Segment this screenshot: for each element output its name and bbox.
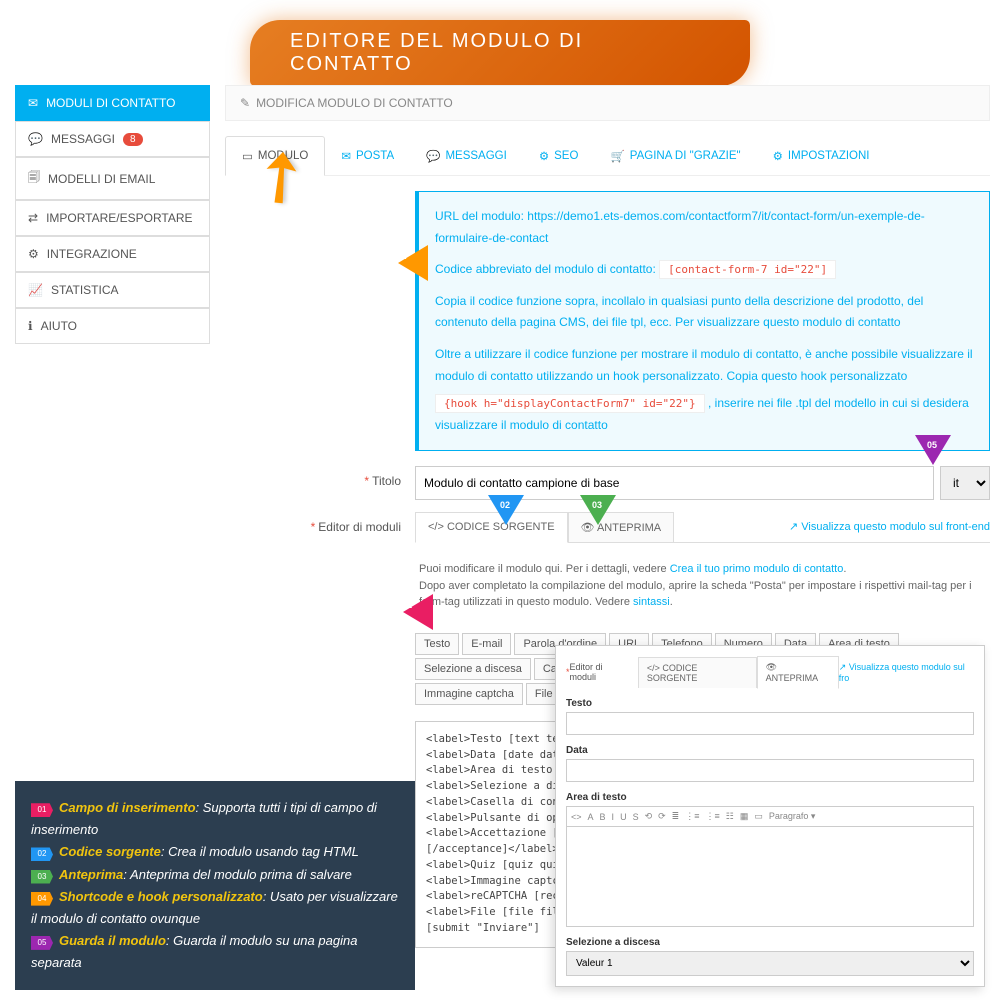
sidebar-item-label: STATISTICA [51, 283, 119, 297]
info-text: Copia il codice funzione sopra, incollal… [435, 291, 973, 334]
tab-label: PAGINA DI "GRAZIE" [630, 150, 741, 162]
pv-input-text[interactable] [566, 712, 974, 735]
tag-button[interactable]: Testo [415, 633, 459, 655]
page-title: EDITORE DEL MODULO DI CONTATTO [250, 20, 750, 86]
tab-label: IMPOSTAZIONI [788, 150, 870, 162]
hook-code[interactable]: {hook h="displayContactForm7" id="22"} [435, 394, 705, 413]
toolbar-button[interactable]: ▭ [754, 811, 763, 822]
sidebar-item-messages[interactable]: 💬 MESSAGGI 8 [15, 121, 210, 157]
pv-subtab-source[interactable]: </> CODICE SORGENTE [638, 657, 757, 688]
mail-icon: ✉ [341, 149, 351, 163]
seo-icon: ⚙ [539, 149, 549, 163]
tab-label: SEO [554, 150, 578, 162]
tag-button[interactable]: Selezione a discesa [415, 658, 531, 680]
sidebar-item-statistics[interactable]: 📈 STATISTICA [15, 272, 210, 308]
sidebar-item-label: MODELLI DI EMAIL [48, 172, 155, 186]
shortcode[interactable]: [contact-form-7 id="22"] [659, 260, 836, 279]
info-box: URL del modulo: https://demo1.ets-demos.… [415, 191, 990, 451]
sidebar-item-label: IMPORTARE/ESPORTARE [46, 211, 192, 225]
pv-label-select: Selezione a discesa [566, 937, 974, 948]
lang-select[interactable]: it [940, 466, 990, 500]
pv-rte-area[interactable] [566, 827, 974, 927]
tab-label: MESSAGGI [445, 150, 506, 162]
toolbar-button[interactable]: S [633, 812, 639, 822]
tab-seo[interactable]: ⚙ SEO [523, 136, 595, 175]
sidebar-item-label: MODULI DI CONTATTO [46, 96, 175, 110]
editor-description: Puoi modificare il modulo qui. Per i det… [415, 549, 990, 623]
toolbar-button[interactable]: B [600, 812, 606, 822]
tab-messages[interactable]: 💬 MESSAGGI [410, 136, 523, 175]
transfer-icon: ⇄ [28, 211, 38, 225]
sidebar-item-help[interactable]: ℹ AIUTO [15, 308, 210, 344]
sidebar-item-label: MESSAGGI [51, 132, 115, 146]
pv-label-textarea: Area di testo [566, 792, 974, 803]
toolbar-button[interactable]: <> [571, 812, 582, 822]
pv-label-date: Data [566, 745, 974, 756]
toolbar-button[interactable]: ⋮≡ [705, 811, 719, 822]
info-url-label: URL del modulo: [435, 209, 524, 223]
sidebar-item-label: AIUTO [41, 319, 77, 333]
toolbar-button[interactable]: A [588, 812, 594, 822]
tab-settings[interactable]: ⚙ IMPOSTAZIONI [757, 136, 886, 175]
pv-view-link[interactable]: ↗ Visualizza questo modulo sul fro [839, 662, 974, 683]
tabs: ▭MODULO ✉POSTA 💬MESSAGGI ⚙SEO 🛒PAGINA DI… [225, 136, 990, 176]
toolbar-button[interactable]: ☷ [726, 811, 734, 822]
chart-icon: 📈 [28, 283, 43, 297]
panel-title-text: MODIFICA MODULO DI CONTATTO [256, 96, 453, 110]
copy-icon: 🗐 [28, 168, 40, 189]
tab-mail[interactable]: ✉ POSTA [325, 136, 410, 175]
sidebar-item-contact-forms[interactable]: ✉ MODULI DI CONTATTO [15, 85, 210, 121]
toolbar-button[interactable]: U [620, 812, 627, 822]
panel-header: ✎ MODIFICA MODULO DI CONTATTO [225, 85, 990, 121]
badge-count: 8 [123, 133, 143, 146]
preview-popup: *Editor di moduli </> CODICE SORGENTE 👁 … [555, 645, 985, 987]
pv-subtab-preview[interactable]: 👁 ANTEPRIMA [757, 656, 839, 689]
pv-rte-toolbar[interactable]: <> ABIUS ⟲ ⟳ ≣ ⋮≡ ⋮≡ ☷ ▦ ▭ Paragrafo ▾ [566, 806, 974, 827]
tab-label: POSTA [356, 150, 394, 162]
sidebar-item-import-export[interactable]: ⇄ IMPORTARE/ESPORTARE [15, 200, 210, 236]
editor-label: *Editor di moduli [225, 512, 415, 534]
tag-button[interactable]: Immagine captcha [415, 683, 523, 705]
toolbar-button[interactable]: ▦ [740, 811, 749, 822]
sidebar-item-label: INTEGRAZIONE [47, 247, 137, 261]
pv-editor-label: Editor di moduli [570, 662, 630, 682]
info-text: Oltre a utilizzare il codice funzione pe… [435, 344, 973, 387]
info-short-label: Codice abbreviato del modulo di contatto… [435, 262, 656, 276]
cart-icon: 🛒 [610, 149, 624, 163]
help-link[interactable]: Crea il tuo primo modulo di contatto [670, 563, 844, 575]
view-frontend-link[interactable]: ↗ Visualizza questo modulo sul front-end [789, 512, 990, 542]
toolbar-button[interactable]: I [612, 812, 615, 822]
toolbar-button[interactable]: ⟳ [658, 811, 666, 822]
toolbar-button[interactable]: ⟲ [645, 811, 653, 822]
info-icon: ℹ [28, 319, 33, 333]
pv-select[interactable]: Valeur 1 [566, 951, 974, 976]
envelope-icon: ✉ [28, 96, 38, 110]
legend-box: 01Campo di inserimento: Supporta tutti i… [15, 781, 415, 990]
chat-icon: 💬 [28, 132, 43, 146]
gear-icon: ⚙ [773, 149, 783, 163]
tag-button[interactable]: E-mail [462, 633, 511, 655]
tab-thanks[interactable]: 🛒 PAGINA DI "GRAZIE" [594, 136, 756, 175]
toolbar-button[interactable]: ⋮≡ [685, 811, 699, 822]
pv-label-text: Testo [566, 698, 974, 709]
gear-icon: ⚙ [28, 247, 39, 261]
pv-input-date[interactable] [566, 759, 974, 782]
title-label: *Titolo [225, 466, 415, 488]
sidebar: ✉ MODULI DI CONTATTO 💬 MESSAGGI 8 🗐 MODELLI … [15, 85, 210, 344]
sidebar-item-integration[interactable]: ⚙ INTEGRAZIONE [15, 236, 210, 272]
edit-icon: ✎ [240, 96, 250, 110]
help-link[interactable]: sintassi [633, 596, 670, 608]
chat-icon: 💬 [426, 149, 440, 163]
toolbar-button[interactable]: ≣ [672, 811, 680, 822]
toolbar-button[interactable]: Paragrafo ▾ [769, 811, 816, 822]
sidebar-item-email-templates[interactable]: 🗐 MODELLI DI EMAIL [15, 157, 210, 200]
